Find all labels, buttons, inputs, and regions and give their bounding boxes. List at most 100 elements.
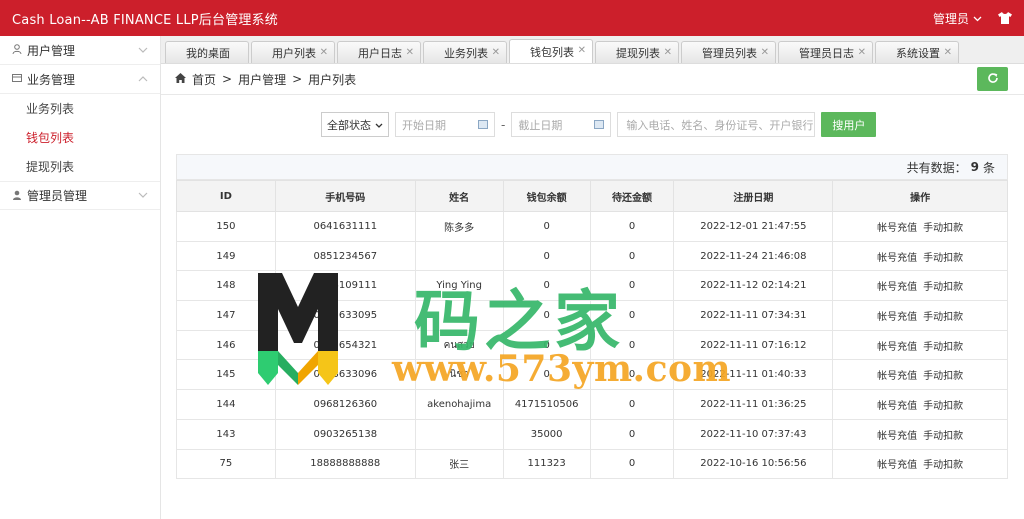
tab-user-log[interactable]: 用户日志 ✕	[337, 41, 421, 63]
cell-register-date: 2022-11-11 01:36:25	[673, 389, 834, 420]
recharge-account-link[interactable]: 帐号充值	[877, 342, 917, 353]
search-users-button[interactable]: 搜用户	[821, 112, 877, 137]
sidebar-group-user-management[interactable]: 用户管理	[0, 36, 160, 65]
status-select[interactable]: 全部状态	[321, 112, 389, 137]
recharge-account-link[interactable]: 帐号充值	[877, 312, 917, 323]
column-header-id[interactable]: ID	[176, 180, 276, 212]
filter-bar: 全部状态 开始日期 - 截止日期 输入电话、姓名、身份证号、开户银行 搜用户	[321, 112, 877, 137]
admin-icon	[12, 189, 22, 203]
theme-shirt-icon[interactable]	[998, 12, 1012, 24]
record-count-prefix: 共有数据：	[906, 160, 967, 175]
tab-withdraw-list[interactable]: 提现列表 ✕	[595, 41, 679, 63]
sidebar: 用户管理 业务管理 业务列表 钱包列表 提现列表 管理员管理	[0, 36, 161, 519]
search-input[interactable]: 输入电话、姓名、身份证号、开户银行	[617, 112, 816, 137]
end-date-input[interactable]: 截止日期	[511, 112, 612, 137]
cell-balance: 35000	[502, 418, 591, 450]
manual-deduct-link[interactable]: 手动扣款	[923, 312, 963, 323]
recharge-account-link[interactable]: 帐号充值	[877, 223, 917, 234]
tab-business-list[interactable]: 业务列表 ✕	[423, 41, 507, 63]
close-icon[interactable]: ✕	[406, 47, 414, 58]
cell-phone: 0987654321	[274, 329, 416, 361]
table-row: 75 18888888888 张三 111323 0 2022-10-16 10:56:5…	[176, 448, 1008, 480]
status-select-value: 全部状态	[327, 118, 371, 132]
tab-label: 管理员列表	[702, 46, 757, 60]
tab-system-settings[interactable]: 系统设置 ✕	[875, 41, 959, 63]
recharge-account-link[interactable]: 帐号充值	[877, 401, 917, 412]
home-icon[interactable]	[175, 72, 186, 86]
cell-phone: 0968126360	[274, 389, 416, 420]
sidebar-group-admin-management[interactable]: 管理员管理	[0, 181, 160, 210]
record-count-suffix: 条	[982, 160, 995, 175]
chevron-down-icon	[973, 11, 982, 25]
manual-deduct-link[interactable]: 手动扣款	[923, 371, 963, 382]
cell-id: 149	[176, 240, 276, 272]
sidebar-group-business-management[interactable]: 业务管理	[0, 65, 160, 94]
manual-deduct-link[interactable]: 手动扣款	[923, 431, 963, 442]
recharge-account-link[interactable]: 帐号充值	[877, 431, 917, 442]
tab-admin-list[interactable]: 管理员列表 ✕	[681, 41, 776, 63]
tab-my-desktop[interactable]: 我的桌面	[165, 41, 249, 63]
top-bar: Cash Loan--AB FINANCE LLP后台管理系统 管理员	[0, 0, 1024, 36]
cell-register-date: 2022-11-24 21:46:08	[673, 240, 834, 272]
close-icon[interactable]: ✕	[578, 45, 586, 56]
column-header-name[interactable]: 姓名	[414, 180, 504, 212]
start-date-input[interactable]: 开始日期	[395, 112, 495, 137]
sidebar-item-withdraw-list[interactable]: 提现列表	[0, 152, 160, 181]
close-icon[interactable]: ✕	[320, 47, 328, 58]
column-header-actions: 操作	[832, 180, 1008, 212]
cell-balance: 111323	[502, 448, 591, 480]
recharge-account-link[interactable]: 帐号充值	[877, 460, 917, 471]
manual-deduct-link[interactable]: 手动扣款	[923, 401, 963, 412]
business-icon	[12, 72, 22, 86]
date-separator: -	[501, 117, 506, 132]
tab-label: 钱包列表	[530, 45, 574, 59]
user-icon	[12, 43, 22, 57]
close-icon[interactable]: ✕	[944, 47, 952, 58]
recharge-account-link[interactable]: 帐号充值	[877, 253, 917, 264]
recharge-account-link[interactable]: 帐号充值	[877, 371, 917, 382]
manual-deduct-link[interactable]: 手动扣款	[923, 253, 963, 264]
tab-admin-log[interactable]: 管理员日志 ✕	[778, 41, 873, 63]
recharge-account-link[interactable]: 帐号充值	[877, 282, 917, 293]
column-header-register-date[interactable]: 注册日期	[673, 180, 834, 212]
manual-deduct-link[interactable]: 手动扣款	[923, 460, 963, 471]
end-date-placeholder: 截止日期	[518, 118, 563, 132]
sidebar-item-business-list[interactable]: 业务列表	[0, 94, 160, 123]
sidebar-item-wallet-list[interactable]: 钱包列表	[0, 123, 160, 152]
wallet-table: ID 手机号码 姓名 钱包余额 待还金额 注册日期 操作 150 06416311…	[176, 180, 1008, 480]
column-header-phone[interactable]: 手机号码	[274, 180, 416, 212]
admin-menu[interactable]: 管理员	[933, 10, 982, 27]
close-icon[interactable]: ✕	[858, 47, 866, 58]
table-row: 148 0848109111 Ying Ying 0 0 2022-11-12 02:14…	[176, 270, 1008, 302]
column-header-balance[interactable]: 钱包余额	[502, 180, 591, 212]
refresh-button[interactable]	[977, 67, 1008, 91]
record-count: 共有数据： 9 条	[176, 154, 1008, 180]
tab-label: 管理员日志	[799, 46, 854, 60]
breadcrumb-separator: >	[222, 72, 233, 86]
close-icon[interactable]: ✕	[492, 47, 500, 58]
cell-due: 0	[589, 448, 675, 480]
cell-due: 0	[589, 211, 675, 242]
cell-phone: 18888888888	[274, 448, 416, 480]
table-row: 144 0968126360 akenohajima 4171510506 0 2022-…	[176, 389, 1008, 420]
cell-name: 陈多多	[414, 211, 504, 242]
refresh-icon	[987, 72, 999, 87]
tab-wallet-list[interactable]: 钱包列表 ✕	[509, 39, 593, 63]
close-icon[interactable]: ✕	[761, 47, 769, 58]
manual-deduct-link[interactable]: 手动扣款	[923, 282, 963, 293]
cell-due: 0	[589, 300, 675, 331]
cell-register-date: 2022-11-11 01:40:33	[673, 359, 834, 391]
column-header-due[interactable]: 待还金额	[589, 180, 675, 212]
manual-deduct-link[interactable]: 手动扣款	[923, 342, 963, 353]
cell-id: 144	[176, 389, 276, 420]
breadcrumb-home[interactable]: 首页	[192, 71, 216, 88]
tab-user-list[interactable]: 用户列表 ✕	[251, 41, 335, 63]
manual-deduct-link[interactable]: 手动扣款	[923, 223, 963, 234]
cell-register-date: 2022-11-12 02:14:21	[673, 270, 834, 302]
table-row: 145 0823633096 นิชา 0 0 2022-11-11 01:40:33 帐号…	[176, 359, 1008, 391]
cell-actions: 帐号充值 手动扣款	[832, 211, 1008, 242]
cell-id: 75	[176, 448, 276, 480]
tab-label: 我的桌面	[186, 46, 230, 60]
close-icon[interactable]: ✕	[664, 47, 672, 58]
cell-actions: 帐号充值 手动扣款	[832, 270, 1008, 302]
